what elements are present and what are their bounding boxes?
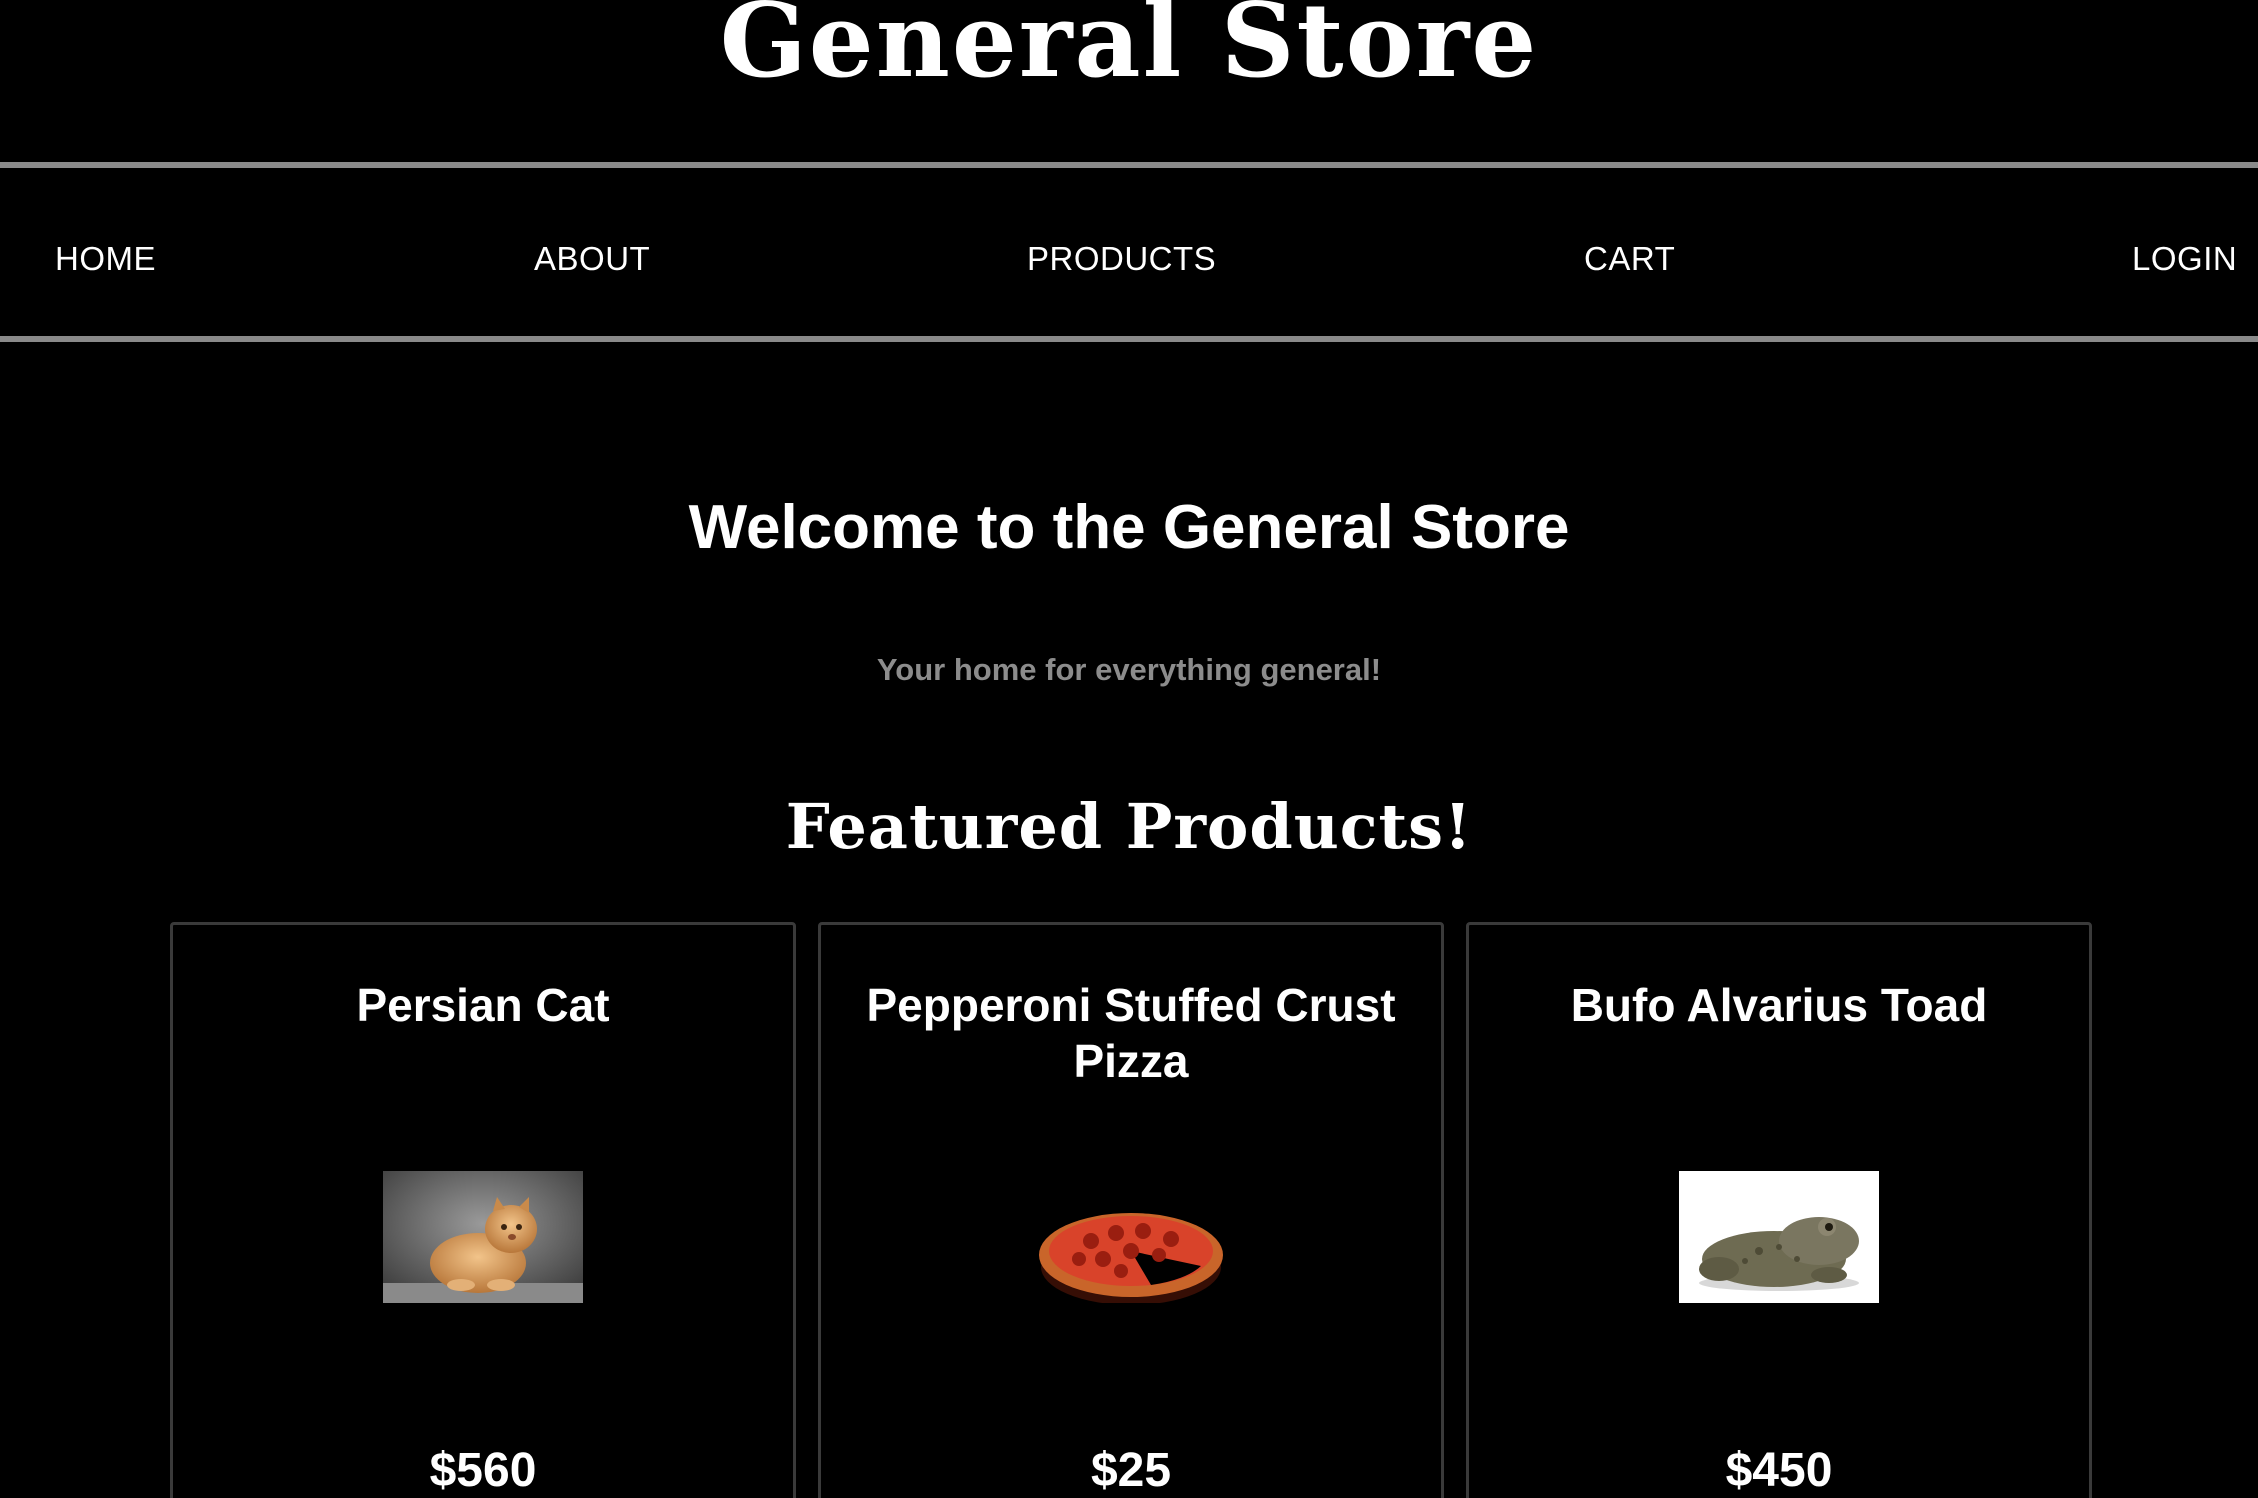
welcome-heading: Welcome to the General Store	[688, 493, 1570, 562]
nav-cart-link[interactable]: CART	[1584, 240, 1675, 278]
product-name: Bufo Alvarius Toad	[1570, 979, 1988, 1031]
site-title: General Store	[719, 0, 1539, 101]
pepperoni-pizza-image[interactable]	[1031, 1171, 1231, 1303]
tagline: Your home for everything general!	[876, 652, 1382, 687]
nav-products-link[interactable]: PRODUCTS	[1027, 240, 1216, 278]
nav-about-link[interactable]: ABOUT	[534, 240, 650, 278]
product-card-pepperoni-pizza[interactable]: Pepperoni Stuffed Crust Pizza $25	[818, 922, 1444, 1498]
toad-image[interactable]	[1679, 1171, 1879, 1303]
main-nav: HOME ABOUT PRODUCTS CART LOGIN	[0, 162, 2258, 342]
product-price: $25	[1090, 1444, 1172, 1497]
nav-home-link[interactable]: HOME	[55, 240, 156, 278]
nav-login-link[interactable]: LOGIN	[2132, 240, 2237, 278]
product-card-persian-cat[interactable]: Persian Cat $560	[170, 922, 796, 1498]
product-price: $560	[429, 1444, 537, 1497]
page: General Store HOME ABOUT PRODUCTS CART L…	[0, 0, 2258, 1498]
product-card-bufo-toad[interactable]: Bufo Alvarius Toad $450	[1466, 922, 2092, 1498]
featured-products-heading: Featured Products!	[785, 790, 1473, 863]
product-price: $450	[1725, 1444, 1833, 1497]
persian-cat-image[interactable]	[383, 1171, 583, 1303]
product-name: Pepperoni Stuffed Crust Pizza	[866, 979, 1396, 1087]
product-name: Persian Cat	[356, 979, 610, 1031]
